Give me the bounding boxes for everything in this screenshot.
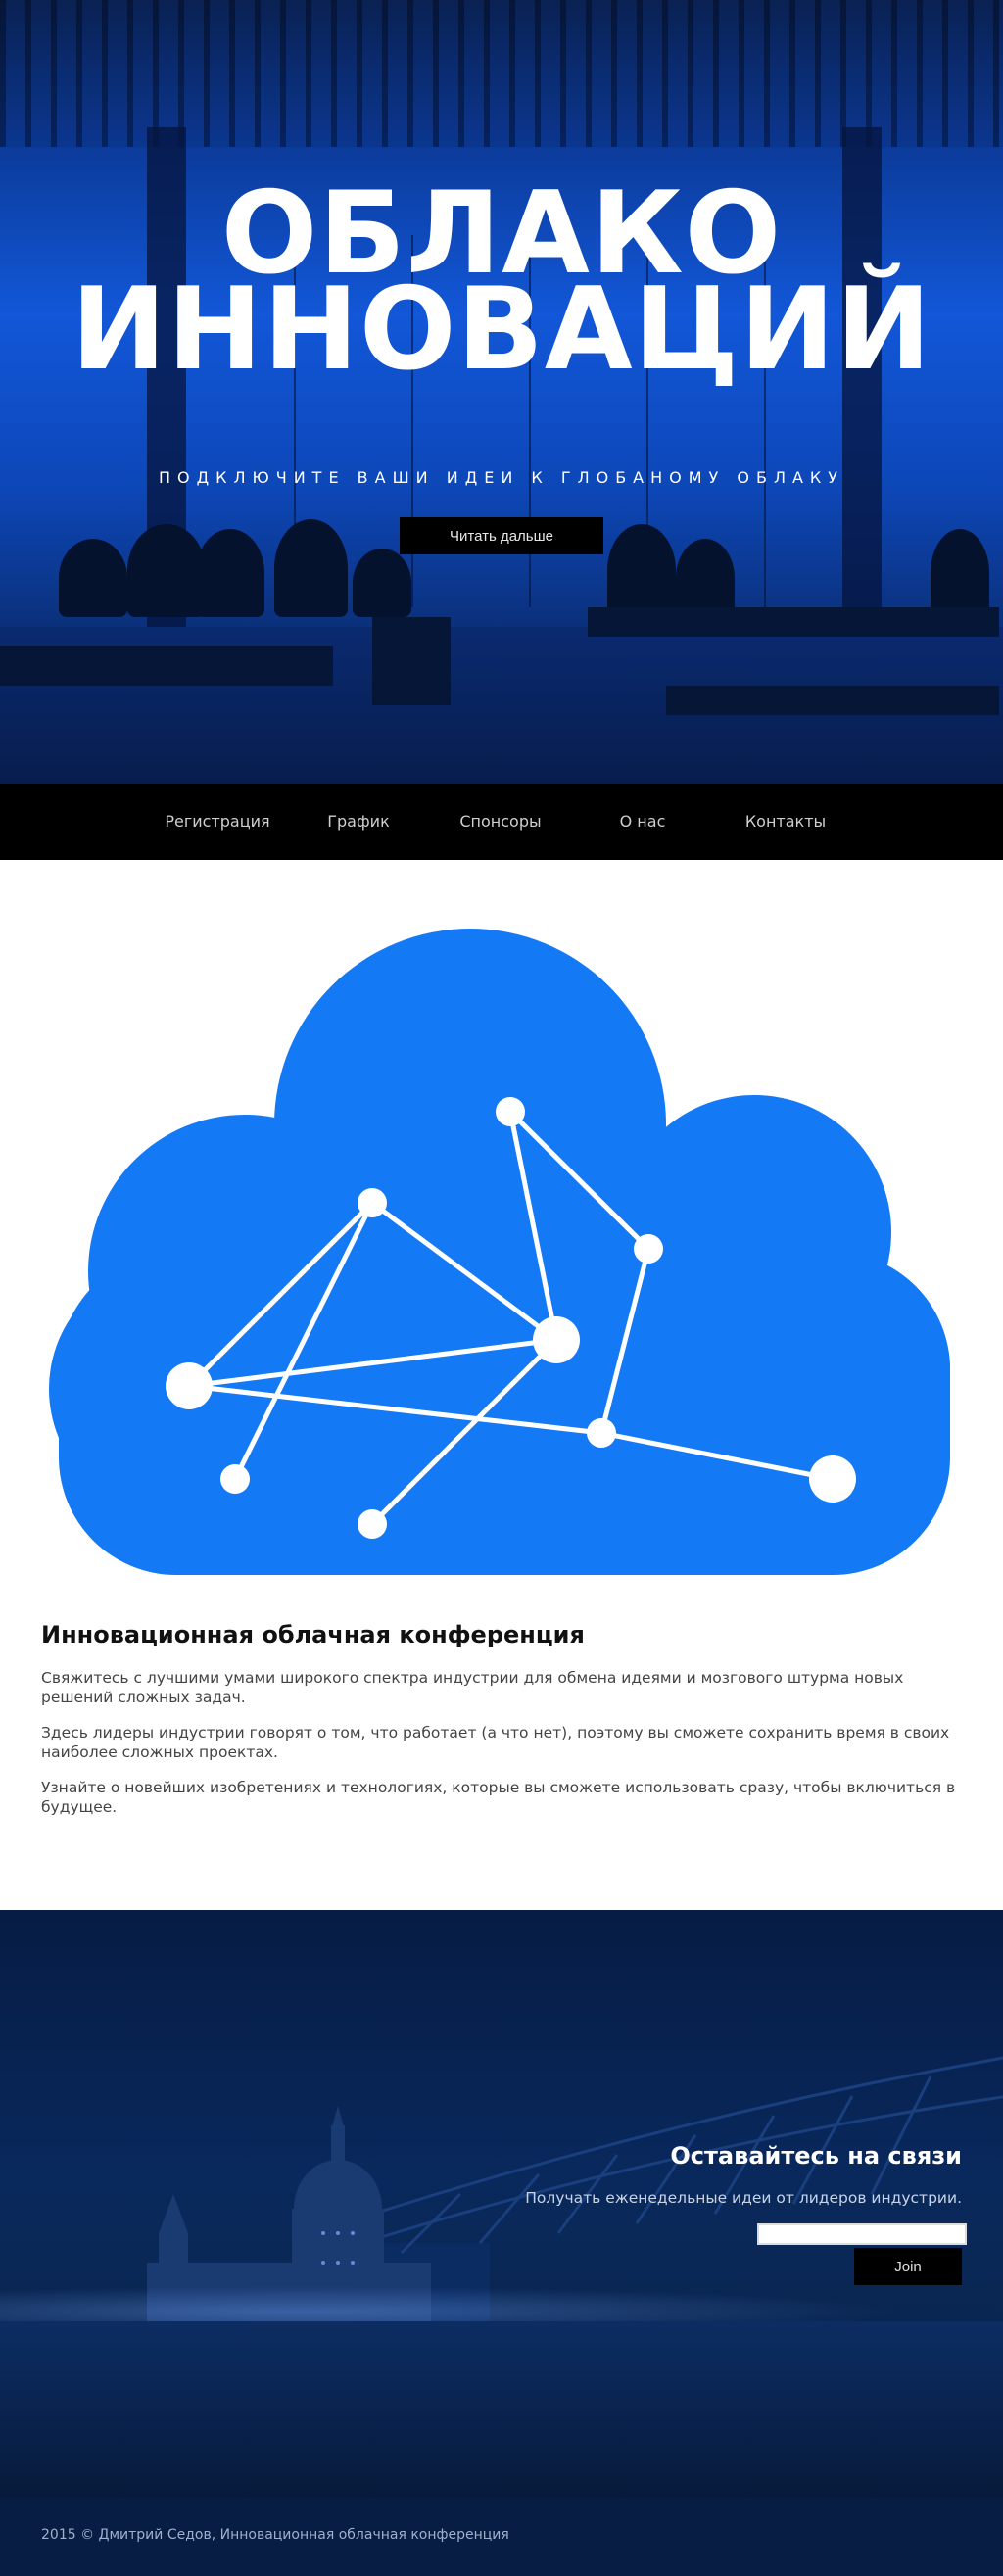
- cloud-network-graphic: [49, 929, 950, 1575]
- hero-table: [372, 617, 451, 705]
- join-button[interactable]: Join: [854, 2248, 962, 2285]
- cloud-illustration: [0, 860, 1003, 1604]
- footer: 2015 © Дмитрий Седов, Инновационная обла…: [0, 2498, 1003, 2576]
- hero-silhouette: [274, 519, 348, 617]
- paragraph: Свяжитесь с лучшими умами широкого спект…: [41, 1669, 904, 1706]
- nav-item-contacts[interactable]: Контакты: [745, 784, 826, 860]
- hero-section: ОБЛАКО ИННОВАЦИЙ ПОДКЛЮЧИТЕ ВАШИ ИДЕИ К …: [0, 0, 1003, 784]
- hero-silhouette: [353, 549, 411, 617]
- nav-item-registration[interactable]: Регистрация: [165, 784, 269, 860]
- paragraph: Узнайте о новейших изобретениях и технол…: [41, 1779, 956, 1816]
- hero-silhouette: [59, 539, 127, 617]
- newsletter-section: Оставайтесь на связи Получать еженедельн…: [0, 1910, 1003, 2498]
- hero-table: [588, 607, 999, 637]
- main-nav: Регистрация График Спонсоры О нас Контак…: [0, 784, 1003, 860]
- section-title: Инновационная облачная конференция: [41, 1621, 585, 1648]
- nav-item-sponsors[interactable]: Спонсоры: [459, 784, 541, 860]
- hero-silhouette: [196, 529, 264, 617]
- about-section: Инновационная облачная конференция Свяжи…: [41, 1621, 962, 1833]
- newsletter-title: Оставайтесь на связи: [670, 2142, 962, 2170]
- river-water: [0, 2321, 1003, 2498]
- hero-table: [666, 686, 999, 715]
- paragraph: Здесь лидеры индустрии говорят о том, чт…: [41, 1724, 950, 1761]
- email-field[interactable]: [757, 2223, 967, 2245]
- nav-item-about[interactable]: О нас: [620, 784, 666, 860]
- hero-title-line2: ИННОВАЦИЙ: [71, 263, 932, 396]
- read-more-button[interactable]: Читать дальше: [400, 517, 603, 554]
- hero-silhouette: [607, 524, 676, 617]
- hero-silhouette: [676, 539, 735, 617]
- nav-item-schedule[interactable]: График: [327, 784, 389, 860]
- hero-ceiling: [0, 0, 1003, 147]
- footer-copyright: 2015 © Дмитрий Седов, Инновационная обла…: [41, 2527, 509, 2543]
- hero-title: ОБЛАКО ИННОВАЦИЙ: [0, 177, 1003, 387]
- hero-silhouette: [127, 524, 206, 617]
- newsletter-subtitle: Получать еженедельные идеи от лидеров ин…: [525, 2189, 962, 2207]
- hero-table: [0, 646, 333, 686]
- hero-silhouette: [931, 529, 989, 617]
- hero-tagline: ПОДКЛЮЧИТЕ ВАШИ ИДЕИ К ГЛОБАНОМУ ОБЛАКУ: [158, 468, 845, 487]
